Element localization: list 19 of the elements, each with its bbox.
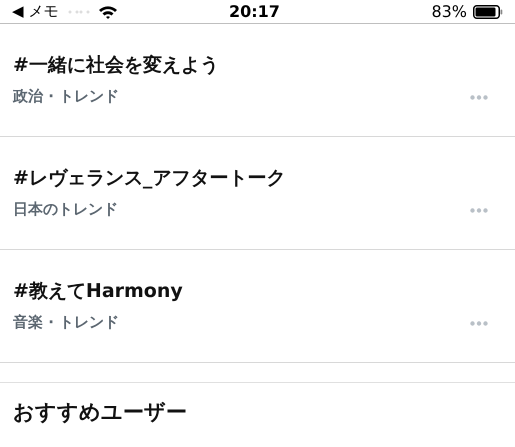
battery-percent: 83% bbox=[431, 0, 467, 22]
trend-context: 音楽 · トレンド bbox=[13, 312, 120, 332]
trend-title: #教えてHarmony bbox=[13, 279, 183, 304]
battery-icon bbox=[473, 4, 503, 18]
trend-context: 日本のトレンド bbox=[13, 199, 119, 219]
back-link[interactable]: ◀ メモ bbox=[12, 0, 58, 23]
signal-icon bbox=[68, 10, 90, 14]
more-icon[interactable] bbox=[470, 208, 488, 213]
more-icon[interactable] bbox=[470, 95, 488, 100]
trend-title: #一緒に社会を変えよう bbox=[13, 53, 219, 78]
clock: 20:17 bbox=[229, 0, 280, 22]
section-heading: おすすめユーザー bbox=[13, 400, 187, 424]
trend-item[interactable]: #教えてHarmony 音楽 · トレンド bbox=[0, 250, 515, 363]
trend-context: 政治 · トレンド bbox=[13, 86, 120, 106]
wifi-icon bbox=[98, 4, 118, 18]
trend-item[interactable]: #一緒に社会を変えよう 政治 · トレンド bbox=[0, 24, 515, 137]
trend-title: #レヴェランス_アフタートーク bbox=[13, 166, 286, 191]
trend-item[interactable]: #レヴェランス_アフタートーク 日本のトレンド bbox=[0, 137, 515, 250]
more-icon[interactable] bbox=[470, 321, 488, 326]
